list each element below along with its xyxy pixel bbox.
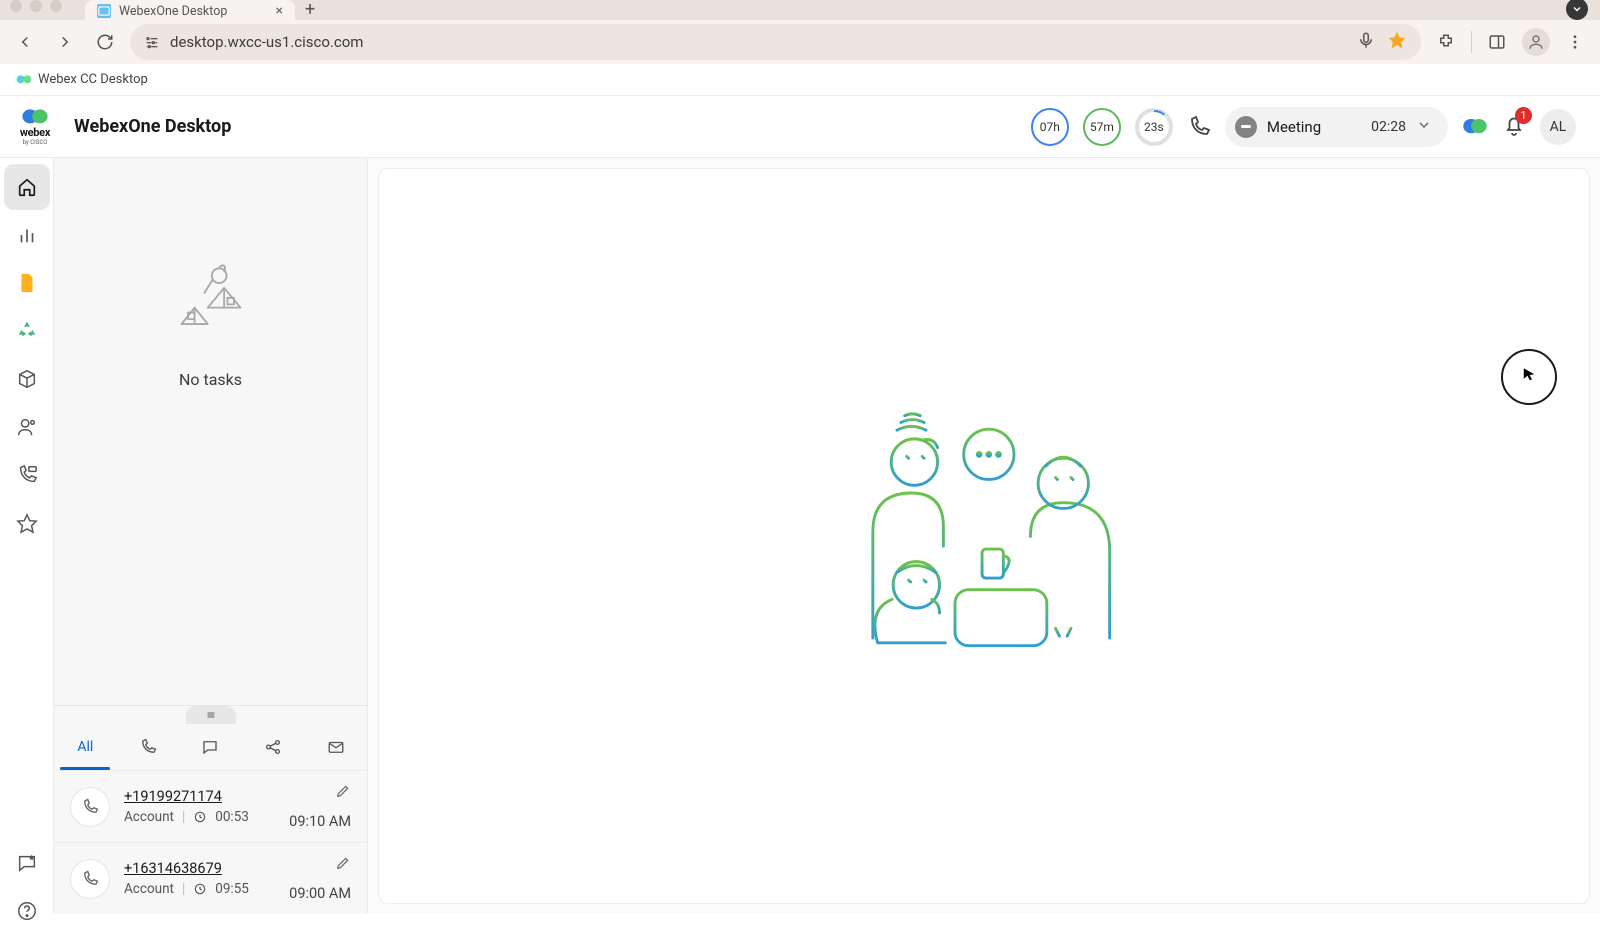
tab-close-icon[interactable]: ×	[276, 3, 283, 19]
avatar-initials: AL	[1550, 119, 1567, 135]
panel-drag-handle[interactable]	[186, 706, 236, 724]
bookmark-webex-cc[interactable]: Webex CC Desktop	[10, 68, 154, 91]
status-time: 02:28	[1371, 119, 1406, 135]
bookmark-favicon-icon	[16, 74, 32, 86]
call-type-icon	[70, 859, 110, 899]
edit-icon[interactable]	[335, 855, 351, 875]
notifications-button[interactable]: 1	[1502, 113, 1526, 141]
history-tab-social[interactable]	[242, 724, 305, 770]
history-tabs: All	[54, 724, 367, 770]
logo-subtext: by CISCO	[23, 139, 48, 146]
bookmark-star-icon[interactable]	[1387, 30, 1407, 54]
webex-switcher-icon[interactable]	[1462, 117, 1488, 137]
cursor-pointer-icon	[1520, 366, 1538, 389]
nav-recycle[interactable]	[4, 308, 50, 354]
nav-person[interactable]	[4, 404, 50, 450]
kebab-menu-icon[interactable]	[1560, 27, 1590, 57]
history-type-label: Account	[124, 809, 174, 825]
browser-chrome: WebexOne Desktop × + desktop.wxcc-us1.ci…	[0, 0, 1600, 64]
history-timestamp: 09:00 AM	[289, 885, 351, 902]
address-bar[interactable]: desktop.wxcc-us1.cisco.com	[130, 24, 1421, 60]
history-phone-number[interactable]: +19199271174	[124, 788, 275, 805]
back-button[interactable]	[10, 27, 40, 57]
chevron-down-icon	[1416, 117, 1432, 137]
mic-icon[interactable]	[1357, 31, 1375, 53]
tab-strip: WebexOne Desktop × +	[0, 0, 1600, 20]
timer-minutes[interactable]: 57m	[1083, 108, 1121, 146]
nav-help[interactable]	[4, 888, 50, 934]
timer-seconds[interactable]: 23s	[1135, 108, 1173, 146]
page-title: WebexOne Desktop	[74, 116, 231, 137]
user-avatar[interactable]: AL	[1540, 109, 1576, 145]
agent-status-selector[interactable]: Meeting 02:28	[1225, 107, 1448, 147]
browser-tab-active[interactable]: WebexOne Desktop ×	[85, 0, 295, 20]
nav-package[interactable]	[4, 356, 50, 402]
new-tab-button[interactable]: +	[295, 0, 325, 20]
nav-feedback[interactable]	[4, 840, 50, 886]
empty-tasks-text: No tasks	[179, 370, 242, 389]
nav-home[interactable]	[4, 164, 50, 210]
nav-rail	[0, 158, 54, 914]
timer-hours[interactable]: 07h	[1031, 108, 1069, 146]
window-controls	[10, 0, 62, 12]
tabs-dropdown-button[interactable]	[1566, 0, 1588, 20]
url-text: desktop.wxcc-us1.cisco.com	[170, 33, 363, 51]
profile-avatar-icon[interactable]	[1522, 28, 1550, 56]
edit-icon[interactable]	[335, 783, 351, 803]
landing-illustration-icon	[839, 406, 1129, 666]
browser-toolbar: desktop.wxcc-us1.cisco.com	[0, 20, 1600, 64]
dial-button[interactable]	[1187, 115, 1211, 139]
status-dnd-icon	[1235, 116, 1257, 138]
history-tab-all[interactable]: All	[54, 724, 117, 770]
extensions-icon[interactable]	[1431, 27, 1461, 57]
history-tab-email[interactable]	[304, 724, 367, 770]
call-type-icon	[70, 787, 110, 827]
window-max-dot[interactable]	[50, 0, 62, 12]
history-tab-chat[interactable]	[179, 724, 242, 770]
status-label: Meeting	[1267, 118, 1321, 136]
history-duration: 00:53	[215, 809, 249, 825]
window-min-dot[interactable]	[30, 0, 42, 12]
bookmarks-bar: Webex CC Desktop	[0, 64, 1600, 96]
nav-document[interactable]	[4, 260, 50, 306]
tab-favicon-icon	[97, 4, 111, 18]
clock-icon	[193, 810, 207, 824]
history-item[interactable]: +19199271174 Account | 00:53	[54, 770, 367, 842]
forward-button[interactable]	[50, 27, 80, 57]
clock-icon	[193, 882, 207, 896]
nav-favorites[interactable]	[4, 500, 50, 546]
nav-analytics[interactable]	[4, 212, 50, 258]
toolbar-divider	[1471, 31, 1472, 53]
history-tab-calls[interactable]	[117, 724, 180, 770]
app-header: webex by CISCO WebexOne Desktop 07h 57m …	[0, 96, 1600, 158]
side-panel-icon[interactable]	[1482, 27, 1512, 57]
history-phone-number[interactable]: +16314638679	[124, 860, 275, 877]
nav-voicemail[interactable]	[4, 452, 50, 498]
reload-button[interactable]	[90, 27, 120, 57]
history-duration: 09:55	[215, 881, 249, 897]
empty-tasks-state: No tasks	[54, 158, 367, 429]
landing-card	[378, 168, 1590, 904]
notification-badge: 1	[1515, 107, 1532, 124]
task-panel: No tasks All	[54, 158, 368, 914]
history-timestamp: 09:10 AM	[289, 813, 351, 830]
floating-action-button[interactable]	[1501, 349, 1557, 405]
main-content	[368, 158, 1600, 914]
logo-text: webex	[20, 126, 50, 139]
tab-title: WebexOne Desktop	[119, 4, 227, 19]
webex-logo-icon	[21, 108, 49, 126]
app-logo: webex by CISCO	[10, 108, 60, 146]
history-list: +19199271174 Account | 00:53	[54, 770, 367, 914]
site-settings-icon[interactable]	[144, 34, 160, 50]
history-type-label: Account	[124, 881, 174, 897]
history-item[interactable]: +16314638679 Account | 09:55	[54, 842, 367, 914]
history-section: All	[54, 705, 367, 914]
bookmark-label: Webex CC Desktop	[38, 72, 148, 87]
empty-illustration-icon	[170, 258, 252, 340]
window-close-dot[interactable]	[10, 0, 22, 12]
